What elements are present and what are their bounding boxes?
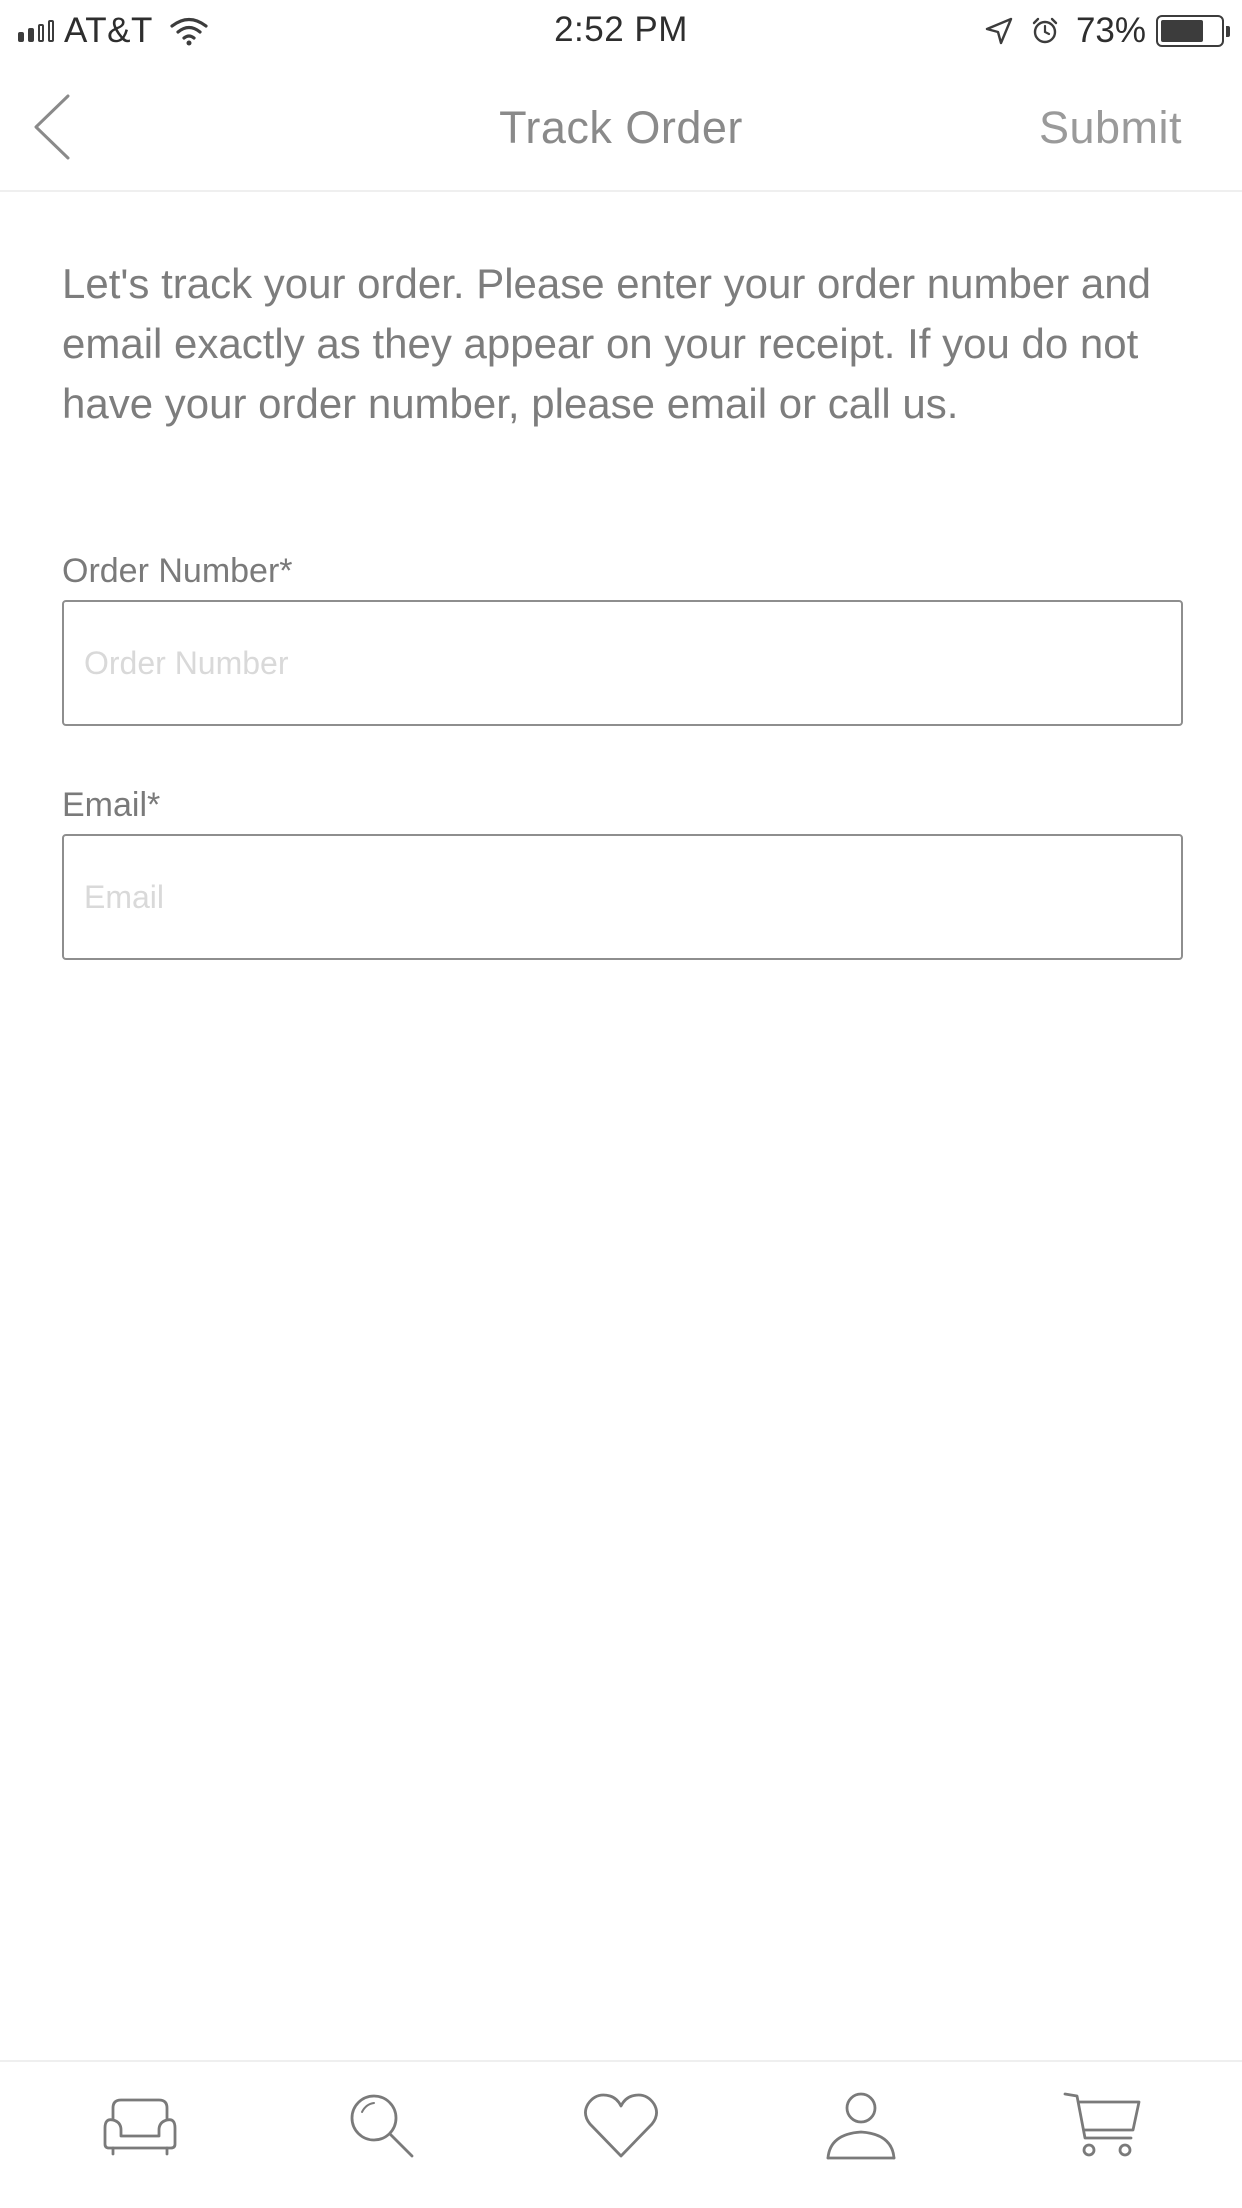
tab-bar bbox=[0, 2060, 1242, 2208]
tab-shop[interactable] bbox=[85, 2070, 195, 2180]
submit-button[interactable]: Submit bbox=[1039, 102, 1182, 154]
intro-text: Let's track your order. Please enter you… bbox=[62, 260, 1151, 427]
navigation-bar: Track Order Submit bbox=[0, 62, 1242, 192]
person-icon bbox=[826, 2092, 896, 2160]
order-number-input[interactable] bbox=[62, 600, 1183, 726]
location-arrow-icon bbox=[985, 17, 1013, 45]
sofa-icon bbox=[103, 2098, 177, 2156]
battery-level-fill bbox=[1161, 20, 1204, 42]
tab-search[interactable] bbox=[326, 2070, 436, 2180]
cart-icon bbox=[1063, 2092, 1141, 2157]
tab-cart[interactable] bbox=[1047, 2070, 1157, 2180]
battery-percentage: 73% bbox=[1075, 11, 1146, 50]
tab-account[interactable] bbox=[806, 2070, 916, 2180]
search-icon bbox=[350, 2094, 413, 2158]
track-order-screen: AT&T 2:52 PM 73% Track Order Submit Let'… bbox=[0, 0, 1242, 2208]
order-number-label: Order Number* bbox=[62, 552, 293, 590]
status-right: 73% bbox=[984, 10, 1230, 52]
alarm-clock-icon bbox=[1032, 17, 1058, 44]
status-bar: AT&T 2:52 PM 73% bbox=[0, 0, 1242, 62]
battery-icon bbox=[1156, 15, 1230, 47]
tab-favorites[interactable] bbox=[566, 2070, 676, 2180]
email-input[interactable] bbox=[62, 834, 1183, 960]
email-label: Email* bbox=[62, 786, 161, 824]
heart-icon bbox=[584, 2093, 658, 2158]
